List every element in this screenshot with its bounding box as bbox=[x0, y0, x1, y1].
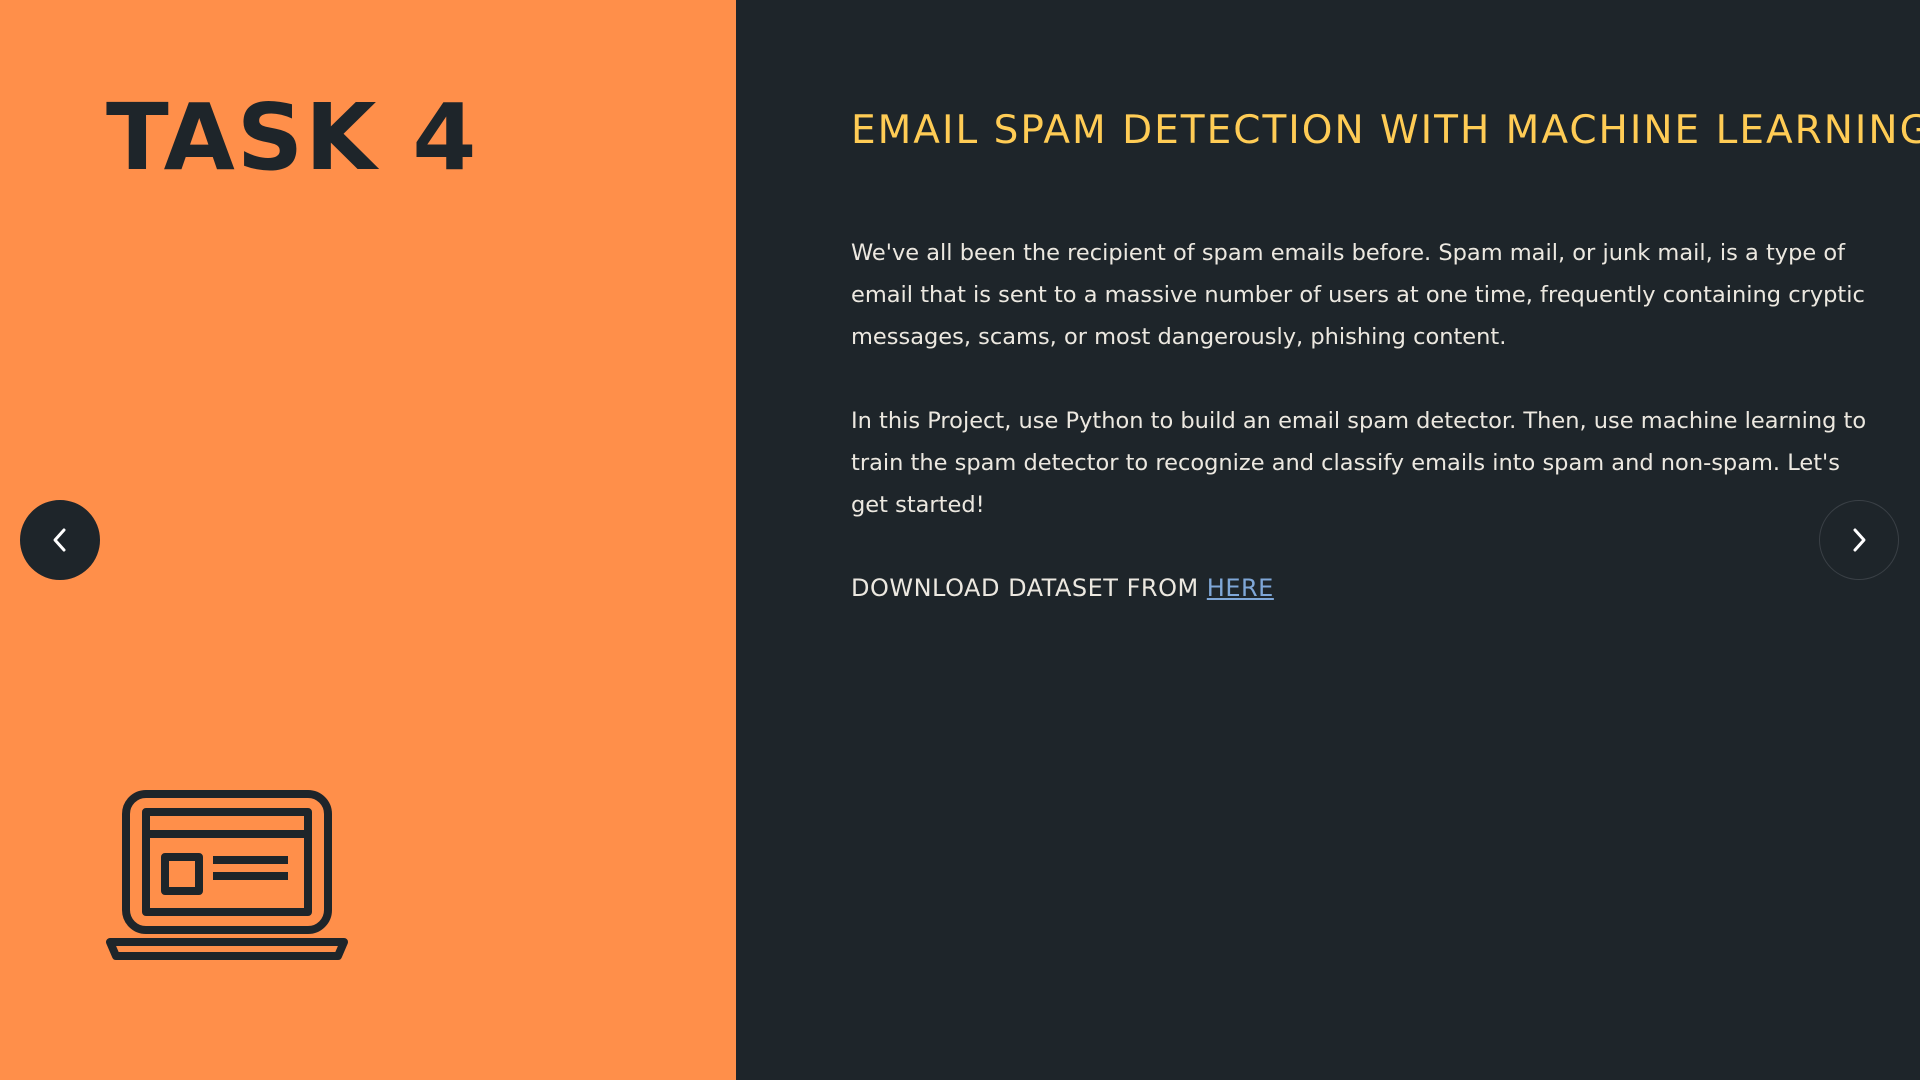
left-panel: TASK 4 bbox=[0, 0, 736, 1080]
chevron-right-icon bbox=[1853, 528, 1866, 552]
download-line: DOWNLOAD DATASET FROM HERE bbox=[851, 567, 1274, 609]
right-panel bbox=[736, 0, 1920, 1080]
next-slide-button[interactable] bbox=[1819, 500, 1899, 580]
laptop-icon bbox=[106, 790, 348, 960]
download-dataset-link[interactable]: HERE bbox=[1207, 574, 1274, 602]
chevron-left-icon bbox=[53, 528, 66, 552]
task-title: TASK 4 bbox=[106, 84, 479, 191]
download-label: DOWNLOAD DATASET FROM bbox=[851, 574, 1207, 602]
project-paragraph: In this Project, use Python to build an … bbox=[851, 408, 1867, 518]
project-title: EMAIL SPAM DETECTION WITH MACHINE LEARNI… bbox=[851, 108, 1920, 153]
previous-slide-button[interactable] bbox=[20, 500, 100, 580]
intro-paragraph: We've all been the recipient of spam ema… bbox=[851, 240, 1865, 350]
